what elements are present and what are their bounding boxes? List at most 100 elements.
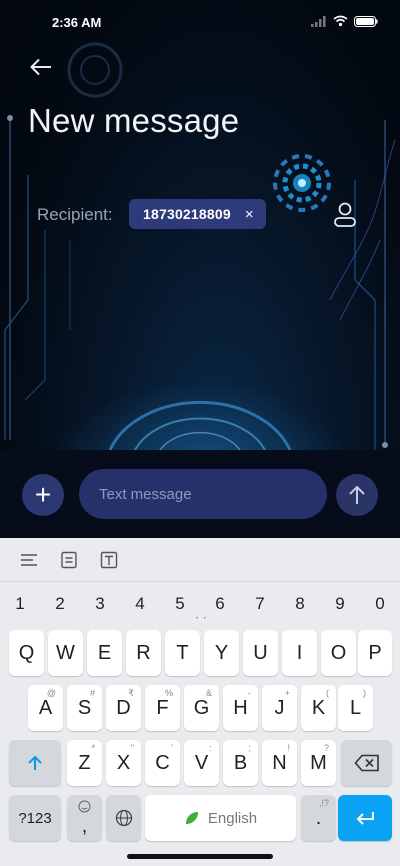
key-c-label: C	[155, 751, 170, 774]
wifi-icon	[333, 15, 348, 27]
key-i[interactable]: I	[282, 630, 317, 676]
key-f-sub: %	[164, 688, 173, 698]
key-p[interactable]: P	[358, 630, 392, 676]
key-u[interactable]: U	[243, 630, 278, 676]
key-6[interactable]: 6	[205, 594, 235, 614]
add-attachment-button[interactable]: +	[22, 474, 64, 516]
key-s[interactable]: # S	[67, 685, 102, 731]
comma-label: ,	[81, 814, 88, 837]
text-format-icon[interactable]	[99, 550, 119, 570]
period-label: .	[315, 806, 322, 829]
contacts-button[interactable]	[330, 200, 360, 230]
back-button[interactable]	[22, 50, 60, 84]
key-f[interactable]: % F	[145, 685, 180, 731]
send-button[interactable]	[336, 474, 378, 516]
clipboard-icon[interactable]	[59, 550, 79, 570]
key-o[interactable]: O	[321, 630, 356, 676]
keyboard-toolbar	[0, 538, 400, 582]
menu-lines-icon[interactable]	[19, 550, 39, 570]
key-c[interactable]: ' C	[145, 740, 180, 786]
key-m-label: M	[310, 751, 327, 774]
key-3[interactable]: 3	[85, 594, 115, 614]
key-a-label: A	[38, 696, 53, 719]
leaf-icon	[185, 812, 198, 824]
globe-icon	[115, 809, 132, 827]
home-indicator	[127, 854, 273, 859]
key-0[interactable]: 0	[365, 594, 395, 614]
contact-icon	[334, 202, 356, 227]
recipient-number: 18730218809	[143, 206, 231, 222]
key-m-sub: ?	[323, 743, 329, 753]
key-s-label: S	[77, 696, 92, 719]
key-j-sub: +	[284, 688, 290, 698]
key-b-sub: ;	[248, 743, 251, 753]
key-d-label: D	[116, 696, 131, 719]
key-v[interactable]: :V	[184, 740, 219, 786]
key-n[interactable]: ! N	[262, 740, 297, 786]
status-bar: 2:36 AM	[0, 0, 400, 44]
key-g[interactable]: & G	[184, 685, 219, 731]
key-x[interactable]: " X	[106, 740, 141, 786]
key-m[interactable]: ? M	[301, 740, 336, 786]
battery-icon	[354, 15, 378, 27]
key-8[interactable]: 8	[285, 594, 315, 614]
key-h-sub: -	[248, 688, 251, 698]
key-b[interactable]: ; B	[223, 740, 258, 786]
key-g-label: G	[193, 696, 210, 719]
space-language-label: English	[207, 809, 258, 827]
key-y[interactable]: Y	[204, 630, 239, 676]
comma-key[interactable]: ,	[67, 795, 102, 841]
key-c-sub: '	[171, 743, 173, 753]
key-v-sub: :	[209, 743, 212, 753]
status-time: 2:36 AM	[52, 15, 102, 30]
key-z-sub: *	[91, 743, 95, 753]
key-k[interactable]: (K	[301, 685, 336, 731]
key-v-label: V	[194, 751, 209, 774]
status-icons	[311, 15, 378, 27]
space-key[interactable]: English	[145, 795, 296, 841]
key-5[interactable]: 5	[165, 594, 195, 614]
key-w[interactable]: W	[48, 630, 83, 676]
back-arrow-icon	[30, 58, 51, 76]
key-9[interactable]: 9	[325, 594, 355, 614]
key-x-sub: "	[130, 743, 134, 753]
key-k-label: K	[311, 696, 326, 719]
key-q[interactable]: Q	[9, 630, 44, 676]
key-a-sub: @	[46, 688, 56, 698]
message-input[interactable]	[79, 469, 327, 519]
key-1[interactable]: 1	[5, 594, 35, 614]
key-r[interactable]: R	[126, 630, 161, 676]
key-e[interactable]: E	[87, 630, 122, 676]
key-z[interactable]: * Z	[67, 740, 102, 786]
key-f-label: F	[156, 696, 169, 719]
period-key[interactable]: ,!? .	[301, 795, 336, 841]
key-h[interactable]: -H	[223, 685, 258, 731]
messages-app: 2:36 AM New message Recipient: 187302188…	[0, 0, 400, 538]
key-g-sub: &	[205, 688, 212, 698]
page-title: New message	[28, 102, 240, 139]
key-h-label: H	[233, 696, 248, 719]
key-a[interactable]: @ A	[28, 685, 63, 731]
key-n-label: N	[272, 751, 287, 774]
key-t[interactable]: T	[165, 630, 200, 676]
enter-arrow-icon	[356, 812, 374, 825]
key-7[interactable]: 7	[245, 594, 275, 614]
key-d[interactable]: ₹ D	[106, 685, 141, 731]
key-l[interactable]: ) L	[338, 685, 373, 731]
symbols-key[interactable]: ?123	[9, 795, 61, 841]
key-2[interactable]: 2	[45, 594, 75, 614]
key-j[interactable]: + J	[262, 685, 297, 731]
remove-recipient-icon[interactable]: ×	[245, 207, 254, 222]
key-z-label: Z	[78, 751, 91, 774]
language-key[interactable]	[106, 795, 141, 841]
key-4[interactable]: 4	[125, 594, 155, 614]
backspace-key[interactable]	[341, 740, 392, 786]
key-n-sub: !	[287, 743, 290, 753]
emoji-icon	[78, 800, 91, 813]
key-j-label: J	[274, 696, 285, 719]
backspace-icon	[353, 754, 379, 772]
enter-key[interactable]	[338, 795, 392, 841]
recipient-chip[interactable]: 18730218809 ×	[129, 199, 266, 229]
shift-key[interactable]	[9, 740, 61, 786]
key-s-sub: #	[89, 688, 95, 698]
